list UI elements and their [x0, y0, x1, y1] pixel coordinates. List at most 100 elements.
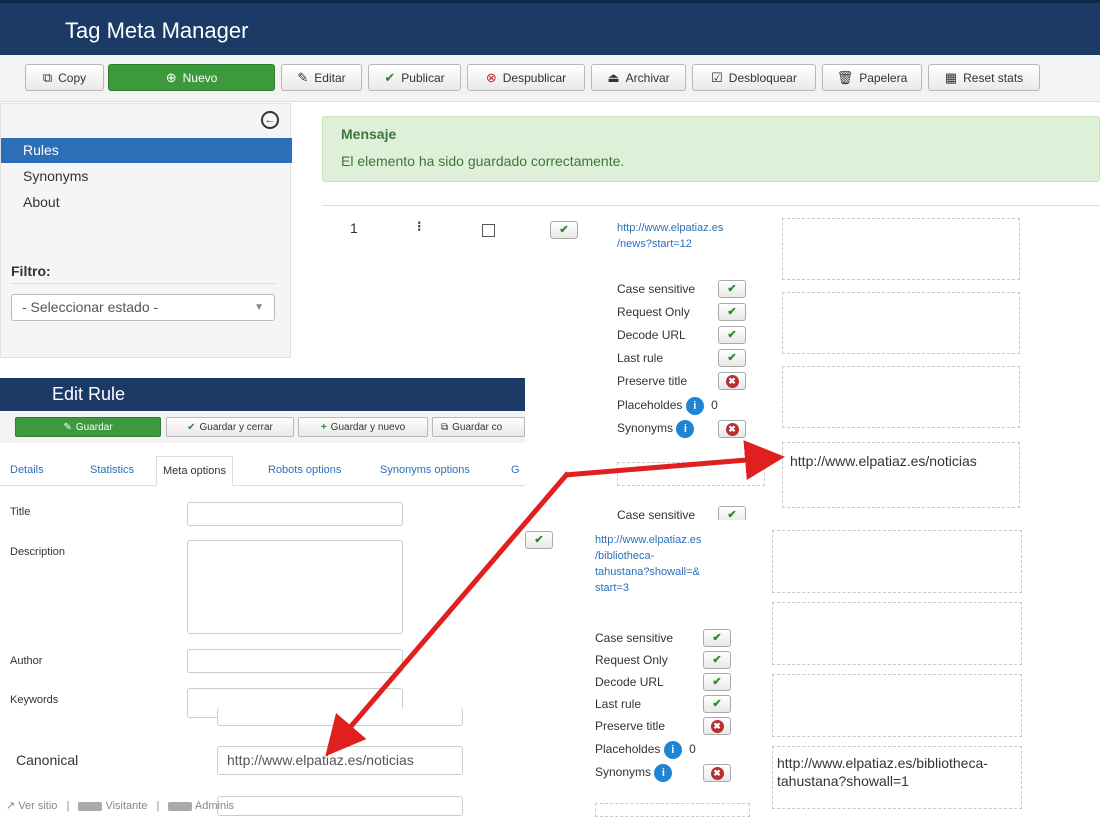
archivar-button[interactable]: ⏏ Archivar	[591, 64, 686, 91]
guardar-cerrar-button[interactable]: ✔ Guardar y cerrar	[166, 417, 294, 437]
copy-icon: ⧉	[42, 70, 53, 85]
status-filter-select[interactable]: - Seleccionar estado - ▼	[11, 294, 275, 321]
url-line: /news?start=12	[617, 238, 692, 250]
author-input[interactable]	[187, 649, 403, 673]
published-toggle[interactable]: ✔	[525, 531, 553, 549]
description-box	[782, 292, 1020, 354]
decode-url-toggle[interactable]: ✔	[718, 326, 746, 344]
guardar-nuevo-button[interactable]: + Guardar y nuevo	[298, 417, 428, 437]
option-request-only: Request Only	[595, 653, 668, 667]
description-label: Description	[10, 546, 66, 558]
rule-url[interactable]: http://www.elpatiaz.es /news?start=12	[617, 220, 723, 252]
edit-rule-title: Edit Rule	[52, 384, 126, 404]
option-synonyms: Synonyms i	[595, 764, 673, 782]
tab-statistics[interactable]: Statistics	[90, 464, 134, 476]
preserve-title-toggle[interactable]: ✖	[703, 717, 731, 735]
copy-button[interactable]: ⧉ Copy	[25, 64, 104, 91]
tab-robots-options[interactable]: Robots options	[268, 464, 341, 476]
url-line: http://www.elpatiaz.es	[617, 222, 724, 234]
collapse-sidebar-icon[interactable]: ←	[261, 111, 279, 129]
separator: |	[156, 800, 160, 812]
title-label: Title	[10, 506, 31, 518]
message-text: El elemento ha sido guardado correctamen…	[341, 153, 625, 169]
plus-icon: +	[320, 421, 327, 433]
close-icon: ✖	[710, 767, 724, 780]
canonical-input[interactable]: http://www.elpatiaz.es/noticias	[217, 746, 463, 775]
tab-meta-options[interactable]: Meta options	[156, 456, 233, 486]
request-only-toggle[interactable]: ✔	[703, 651, 731, 669]
last-rule-toggle[interactable]: ✔	[718, 349, 746, 367]
external-link-icon: ↗	[6, 800, 16, 812]
editar-button[interactable]: ✎ Editar	[281, 64, 362, 91]
option-decode-url: Decode URL	[617, 328, 686, 342]
url-line: /bibliotheca-	[595, 550, 655, 562]
papelera-button[interactable]: 🗑 Papelera	[822, 64, 922, 91]
canonical-text: http://www.elpatiaz.es/bibliotheca- tahu…	[777, 754, 988, 790]
admin-badge	[168, 801, 193, 811]
tab-details[interactable]: Details	[10, 464, 44, 476]
synonyms-toggle[interactable]: ✖	[703, 764, 731, 782]
trash-icon: 🗑	[836, 70, 854, 85]
keywords-textarea-bottom[interactable]	[217, 708, 463, 726]
cancel-circle-icon: ⊗	[485, 70, 497, 85]
canonical-text: http://www.elpatiaz.es/noticias	[790, 453, 977, 469]
info-icon[interactable]: i	[663, 741, 682, 759]
sidebar-item-about[interactable]: About	[1, 190, 292, 215]
despublicar-button[interactable]: ⊗ Despublicar	[467, 64, 585, 91]
description-textarea[interactable]	[187, 540, 403, 634]
empty-box	[617, 462, 765, 486]
main-toolbar: ⧉ Copy ⊕ Nuevo ✎ Editar ✔ Publicar ⊗ Despubli…	[0, 55, 1100, 102]
guardar-button[interactable]: ✎ Guardar	[15, 417, 161, 437]
rules-list-row-2: ✔ http://www.elpatiaz.es /bibliotheca- t…	[525, 520, 1100, 817]
plus-circle-icon: ⊕	[165, 70, 177, 85]
sidebar-item-synonyms[interactable]: Synonyms	[1, 164, 292, 189]
info-icon[interactable]: i	[654, 764, 673, 782]
synonyms-toggle[interactable]: ✖	[718, 420, 746, 438]
papelera-label: Papelera	[859, 70, 908, 85]
placeholdes-label: Placeholdes	[595, 742, 661, 757]
nuevo-button[interactable]: ⊕ Nuevo	[108, 64, 275, 91]
description-box	[772, 602, 1022, 665]
checkbox-icon: ☑	[711, 70, 723, 85]
option-decode-url: Decode URL	[595, 675, 664, 689]
guardar-copia-button[interactable]: ⧉ Guardar co	[432, 417, 525, 437]
case-sensitive-toggle[interactable]: ✔	[703, 629, 731, 647]
desbloquear-label: Desbloquear	[728, 70, 797, 85]
last-rule-toggle[interactable]: ✔	[703, 695, 731, 713]
chart-icon: ▦	[944, 70, 958, 85]
copy-label: Copy	[58, 70, 87, 85]
tab-synonyms-options[interactable]: Synonyms options	[380, 464, 470, 476]
case-sensitive-toggle[interactable]: ✔	[718, 280, 746, 298]
row-number: 1	[350, 220, 358, 236]
published-toggle[interactable]: ✔	[550, 221, 578, 239]
visitante-label: Visitante	[105, 800, 148, 812]
edit-rule-panel: Edit Rule ✎ Guardar ✔ Guardar y cerrar + Gu…	[0, 378, 525, 816]
rule-url[interactable]: http://www.elpatiaz.es /bibliotheca- tah…	[595, 532, 701, 596]
title-input[interactable]	[187, 502, 403, 526]
status-filter-value: - Seleccionar estado -	[22, 299, 159, 315]
placeholdes-label: Placeholdes	[617, 398, 683, 413]
info-icon[interactable]: i	[685, 397, 704, 415]
decode-url-toggle[interactable]: ✔	[703, 673, 731, 691]
request-only-toggle[interactable]: ✔	[718, 303, 746, 321]
info-icon[interactable]: i	[676, 420, 695, 438]
reset-stats-label: Reset stats	[963, 70, 1024, 85]
message-title: Mensaje	[341, 126, 397, 142]
close-icon: ✖	[710, 720, 724, 733]
option-preserve-title: Preserve title	[617, 374, 688, 388]
row-checkbox[interactable]	[482, 224, 495, 237]
desbloquear-button[interactable]: ☑ Desbloquear	[692, 64, 816, 91]
placeholders-count: 0	[689, 742, 696, 757]
preserve-title-toggle[interactable]: ✖	[718, 372, 746, 390]
editar-label: Editar	[314, 70, 346, 85]
reset-stats-button[interactable]: ▦ Reset stats	[928, 64, 1040, 91]
drag-handle-icon[interactable]: ⁝	[417, 218, 421, 235]
sidebar-item-rules[interactable]: Rules	[1, 138, 292, 163]
keywords-box	[782, 366, 1020, 428]
edit-icon: ✎	[297, 70, 309, 85]
publicar-button[interactable]: ✔ Publicar	[368, 64, 461, 91]
admin-label: Adminis	[194, 800, 235, 812]
guardar-copia-label: Guardar co	[452, 421, 503, 433]
tab-more[interactable]: G	[511, 464, 520, 476]
ver-sitio-link[interactable]: Ver sitio	[18, 800, 57, 812]
